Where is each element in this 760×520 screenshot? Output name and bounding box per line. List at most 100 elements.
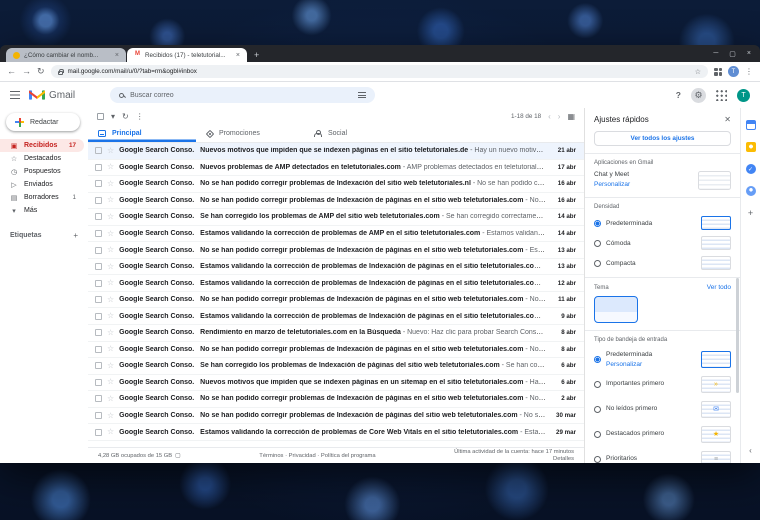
email-row[interactable]: ☆ Google Search Conso. Estamos validando…	[88, 226, 584, 243]
extensions-icon[interactable]	[714, 67, 722, 76]
input-tools-icon[interactable]: ▦	[567, 112, 575, 121]
footer-links[interactable]: Términos · Privacidad · Política del pro…	[181, 453, 454, 459]
density-option[interactable]: Predeterminada	[594, 216, 731, 230]
inbox-type-option[interactable]: Importantes primero »	[594, 376, 731, 393]
star-icon[interactable]: ☆	[107, 212, 114, 221]
email-checkbox[interactable]	[95, 345, 102, 353]
refresh-icon[interactable]: ↻	[122, 112, 129, 121]
email-row[interactable]: ☆ Google Search Conso. Estamos validando…	[88, 424, 584, 441]
inbox-type-option[interactable]: Prioritarios ≡	[594, 451, 731, 463]
radio-icon[interactable]	[594, 356, 601, 363]
email-row[interactable]: ☆ Google Search Conso. 3 No se han podid…	[88, 342, 584, 359]
email-checkbox[interactable]	[95, 213, 102, 221]
star-icon[interactable]: ☆	[107, 229, 114, 238]
theme-thumbnail[interactable]	[594, 296, 638, 323]
density-option[interactable]: Cómoda	[594, 236, 731, 250]
email-row[interactable]: ☆ Google Search Conso. Nuevos problemas …	[88, 160, 584, 177]
email-row[interactable]: ☆ Google Search Conso. 2 No se han podid…	[88, 391, 584, 408]
star-icon[interactable]: ☆	[107, 163, 114, 171]
newer-page-icon[interactable]: ‹	[548, 112, 551, 121]
email-checkbox[interactable]	[95, 147, 102, 155]
browser-profile-avatar[interactable]: T	[728, 66, 739, 77]
collapse-panel-icon[interactable]: ‹	[749, 446, 752, 455]
side-panel-addon-icon[interactable]	[745, 142, 756, 152]
sidebar-folder-item[interactable]: ◷ Pospuestos	[0, 165, 84, 178]
category-tab[interactable]: Principal	[88, 125, 196, 142]
back-icon[interactable]: ←	[7, 67, 16, 76]
star-icon[interactable]: ☆	[107, 394, 114, 403]
customize-apps-link[interactable]: Personalizar	[594, 181, 630, 188]
email-row[interactable]: ☆ Google Search Conso. 2 Estamos validan…	[88, 275, 584, 292]
close-button[interactable]: ×	[747, 50, 751, 58]
close-settings-icon[interactable]: ✕	[724, 115, 731, 124]
email-checkbox[interactable]	[95, 378, 102, 386]
older-page-icon[interactable]: ›	[558, 112, 561, 121]
category-tab[interactable]: Social	[304, 125, 412, 142]
star-icon[interactable]: ☆	[107, 246, 114, 254]
star-icon[interactable]: ☆	[107, 328, 114, 337]
tab-close-icon[interactable]: ×	[115, 52, 119, 59]
radio-icon[interactable]	[594, 219, 601, 227]
star-icon[interactable]: ☆	[107, 378, 114, 386]
email-row[interactable]: ☆ Google Search Conso. 2 No se han podid…	[88, 408, 584, 425]
side-panel-addon-icon[interactable]: ✓	[745, 164, 756, 174]
account-avatar[interactable]: T	[737, 88, 750, 102]
email-checkbox[interactable]	[95, 263, 102, 271]
email-checkbox[interactable]	[95, 163, 102, 171]
email-checkbox[interactable]	[95, 312, 102, 320]
add-label-icon[interactable]: +	[73, 231, 78, 240]
star-icon[interactable]: ☆	[107, 279, 114, 287]
star-icon[interactable]: ☆	[107, 312, 114, 320]
email-checkbox[interactable]	[95, 428, 102, 436]
gmail-logo[interactable]: Gmail	[29, 89, 75, 101]
help-icon[interactable]: ?	[676, 90, 681, 100]
category-tab[interactable]: Promociones	[196, 125, 304, 142]
hamburger-menu-icon[interactable]	[10, 91, 20, 99]
google-apps-icon[interactable]	[716, 89, 727, 101]
tab-close-icon[interactable]: ×	[236, 52, 240, 59]
star-icon[interactable]: ☆	[107, 262, 114, 271]
side-panel-addon-icon[interactable]	[745, 120, 756, 130]
bookmark-star-icon[interactable]: ☆	[695, 68, 701, 76]
inbox-type-option[interactable]: No leídos primero ✉	[594, 401, 731, 418]
star-icon[interactable]: ☆	[107, 295, 114, 304]
email-row[interactable]: ☆ Google Search Conso. Nuevos motivos qu…	[88, 375, 584, 392]
compose-button[interactable]: Redactar	[6, 113, 80, 131]
radio-icon[interactable]	[594, 406, 601, 413]
search-filters-icon[interactable]	[358, 91, 367, 99]
email-row[interactable]: ☆ Google Search Conso. Rendimiento en ma…	[88, 325, 584, 342]
email-row[interactable]: ☆ Google Search Conso. Se han corregido …	[88, 358, 584, 375]
sidebar-folder-item[interactable]: ☆ Destacados	[0, 152, 84, 165]
email-checkbox[interactable]	[95, 296, 102, 304]
star-icon[interactable]: ☆	[107, 196, 114, 204]
email-row[interactable]: ☆ Google Search Conso. 2 No se han podid…	[88, 292, 584, 309]
inbox-type-option[interactable]: Destacados primero ★	[594, 426, 731, 443]
email-checkbox[interactable]	[95, 180, 102, 188]
radio-icon[interactable]	[594, 456, 601, 463]
more-options-icon[interactable]: ⋮	[136, 112, 144, 121]
forward-icon[interactable]: →	[22, 67, 31, 76]
minimize-button[interactable]: ─	[713, 50, 718, 58]
view-all-themes-link[interactable]: Ver todo	[707, 284, 731, 291]
url-text[interactable]: mail.google.com/mail/u/0/?tab=rm&ogbl#in…	[68, 68, 690, 75]
star-icon[interactable]: ☆	[107, 179, 114, 188]
radio-icon[interactable]	[594, 239, 601, 247]
email-row[interactable]: ☆ Google Search Conso. 4 No se han podid…	[88, 242, 584, 259]
radio-icon[interactable]	[594, 381, 601, 388]
customize-inbox-link[interactable]: Personalizar	[606, 361, 652, 368]
email-row[interactable]: ☆ Google Search Conso. 2 No se han podid…	[88, 193, 584, 210]
radio-icon[interactable]	[594, 431, 601, 438]
email-row[interactable]: ☆ Google Search Conso. Nuevos motivos qu…	[88, 143, 584, 160]
details-link[interactable]: Detalles	[553, 456, 574, 462]
email-checkbox[interactable]	[95, 412, 102, 420]
density-option[interactable]: Compacta	[594, 256, 731, 270]
star-icon[interactable]: ☆	[107, 411, 114, 420]
browser-tab[interactable]: Recibidos (17) - teletutorial... ×	[127, 48, 247, 62]
see-all-settings-button[interactable]: Ver todos los ajustes	[594, 131, 731, 146]
email-row[interactable]: ☆ Google Search Conso. 2 Estamos validan…	[88, 308, 584, 326]
star-icon[interactable]: ☆	[107, 345, 114, 353]
settings-gear-button[interactable]: ⚙	[691, 87, 706, 103]
browser-tab[interactable]: ¿Cómo cambiar el nomb... ×	[6, 48, 126, 62]
email-row[interactable]: ☆ Google Search Conso. 4 Se han corregid…	[88, 209, 584, 226]
email-checkbox[interactable]	[95, 362, 102, 370]
